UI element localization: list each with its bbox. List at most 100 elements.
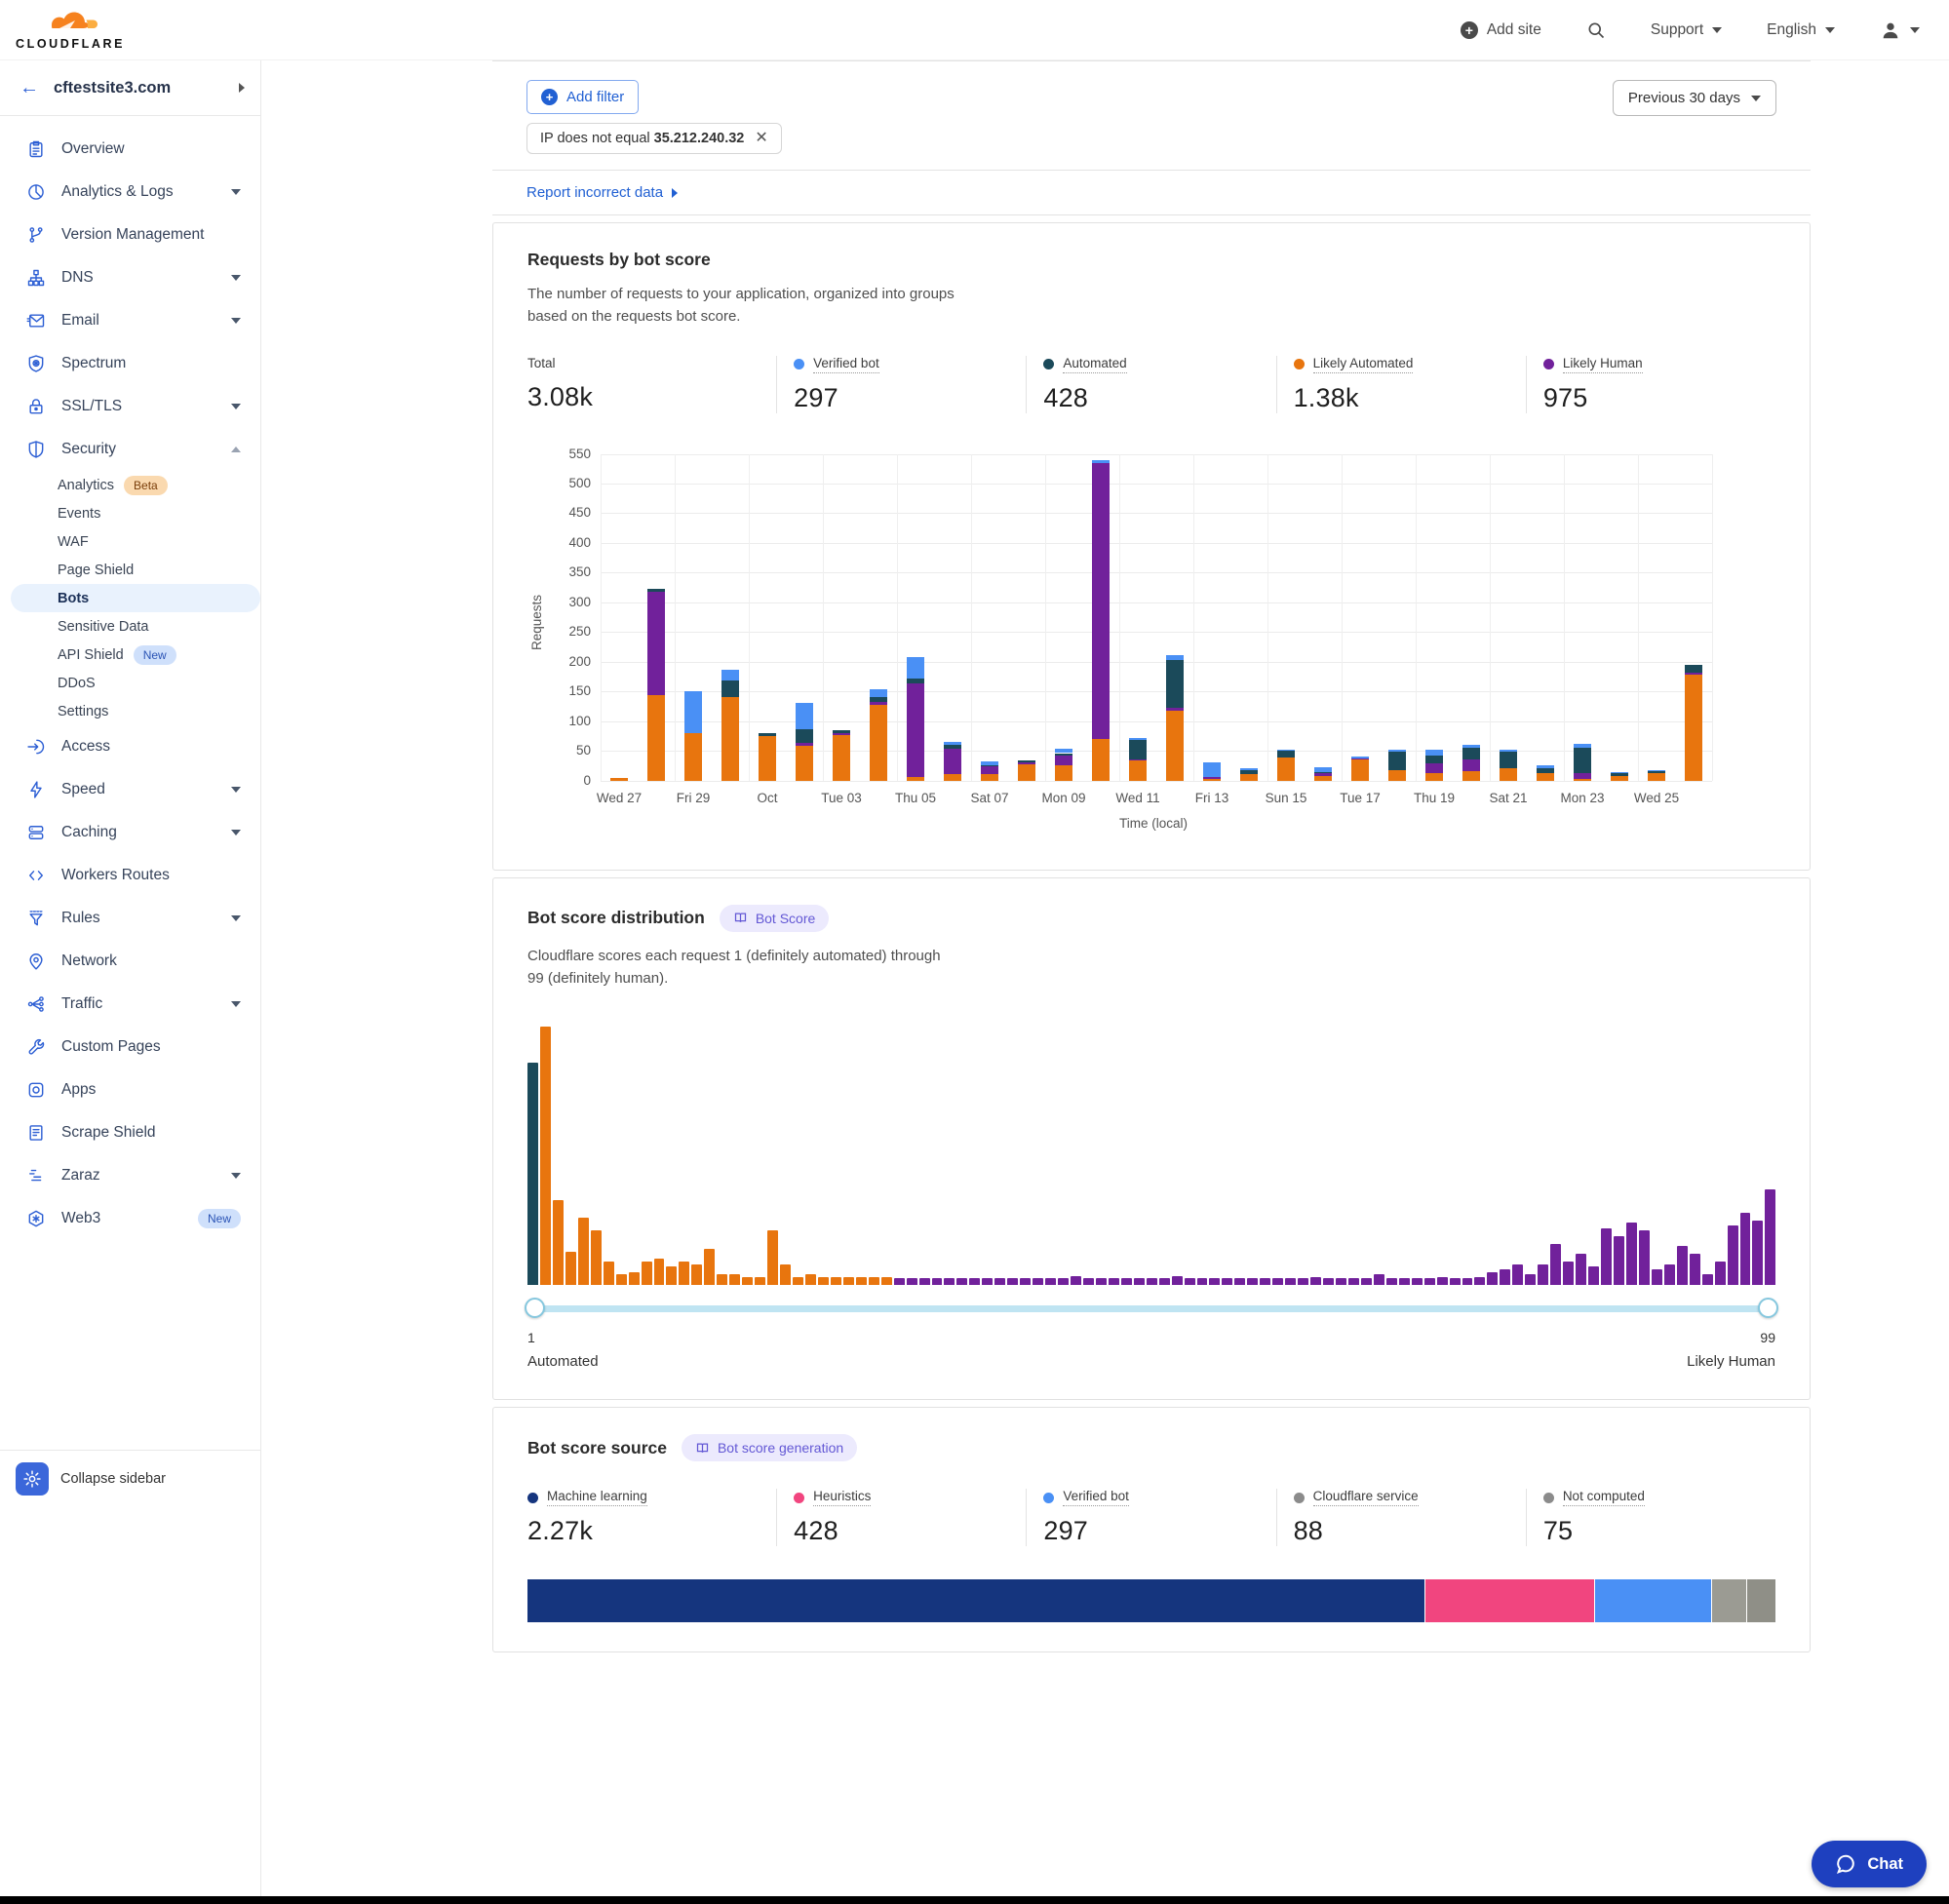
sidebar-item-analytics-logs[interactable]: Analytics & Logs [0,171,260,214]
histogram-bar [956,1278,967,1285]
chevron-down-icon[interactable] [231,275,241,281]
report-incorrect-data-link[interactable]: Report incorrect data [492,171,1811,214]
stat-label[interactable]: Heuristics [813,1489,871,1506]
stat-value: 88 [1294,1516,1526,1546]
close-icon[interactable]: ✕ [755,131,767,146]
slider-handle-max[interactable] [1758,1298,1778,1318]
chart-bar-segment [1648,771,1665,773]
sidebar-item-security[interactable]: Security [0,428,260,471]
x-axis-tick: Oct [733,791,801,805]
time-range-dropdown[interactable]: Previous 30 days [1613,80,1776,116]
beta-badge: Beta [124,476,168,495]
slider-handle-min[interactable] [525,1298,545,1318]
account-menu[interactable] [1880,19,1920,41]
sidebar-item-api-shield[interactable]: API ShieldNew [11,641,260,669]
filter-chip[interactable]: IP does not equal 35.212.240.32 ✕ [526,123,782,154]
sidebar-item-spectrum[interactable]: Spectrum [0,342,260,385]
stat-header: Heuristics [794,1489,1026,1506]
support-menu[interactable]: Support [1651,21,1722,39]
add-filter-button[interactable]: + Add filter [526,80,639,114]
chevron-down-icon[interactable] [231,787,241,793]
stat-label[interactable]: Likely Automated [1313,356,1414,373]
legend-dot-icon [1043,1493,1054,1503]
bot-score-generation-badge[interactable]: Bot score generation [682,1434,857,1461]
legend-dot-icon [1294,1493,1305,1503]
sidebar-item-traffic[interactable]: Traffic [0,983,260,1026]
sidebar-nav: OverviewAnalytics & LogsVersion Manageme… [0,116,260,1240]
chevron-up-icon[interactable] [231,447,241,452]
gridline [749,454,750,781]
chevron-down-icon[interactable] [231,830,241,835]
bot-score-badge[interactable]: Bot Score [720,905,829,932]
stat-header: Cloudflare service [1294,1489,1526,1506]
site-switcher-caret-icon[interactable] [239,83,245,93]
chevron-down-icon[interactable] [231,915,241,921]
histogram-bar [1538,1264,1548,1285]
sidebar-item-sensitive-data[interactable]: Sensitive Data [11,612,260,641]
site-name[interactable]: cftestsite3.com [54,79,224,97]
histogram-bar [780,1264,791,1285]
sidebar-item-speed[interactable]: Speed [0,768,260,811]
chart-bar-segment [1314,776,1332,780]
book-icon [695,1441,710,1456]
chart-bar-segment [1537,765,1554,768]
stat-label[interactable]: Machine learning [547,1489,647,1506]
sidebar-item-rules[interactable]: Rules [0,897,260,940]
sidebar-item-ddos[interactable]: DDoS [11,669,260,697]
chat-button[interactable]: Chat [1812,1841,1927,1887]
chart-bar-segment [1685,665,1702,673]
plus-circle-icon: + [1461,21,1478,39]
chevron-down-icon[interactable] [231,189,241,195]
sidebar-item-label: Web3 [61,1210,182,1227]
back-arrow-icon[interactable]: ← [19,77,39,99]
collapse-sidebar-button[interactable]: Collapse sidebar [0,1450,260,1507]
chevron-down-icon[interactable] [231,404,241,409]
filter-chip-value: 35.212.240.32 [654,131,745,146]
sidebar-item-analytics[interactable]: AnalyticsBeta [11,471,260,499]
sidebar-subitem-label: Settings [58,704,108,719]
search-icon[interactable] [1586,20,1606,40]
stat-label[interactable]: Likely Human [1563,356,1643,373]
sidebar-item-apps[interactable]: Apps [0,1069,260,1111]
sidebar-item-events[interactable]: Events [11,499,260,527]
chart-bar-segment [1351,759,1369,780]
language-menu[interactable]: English [1767,21,1835,39]
stat-label[interactable]: Not computed [1563,1489,1645,1506]
sidebar-item-custom-pages[interactable]: Custom Pages [0,1026,260,1069]
add-site-button[interactable]: + Add site [1461,21,1541,39]
chevron-down-icon[interactable] [231,318,241,324]
stat-label[interactable]: Verified bot [1063,1489,1129,1506]
stat-label[interactable]: Automated [1063,356,1126,373]
sidebar-item-settings[interactable]: Settings [11,697,260,725]
chart-bar-segment [1277,751,1295,758]
sidebar-item-page-shield[interactable]: Page Shield [11,556,260,584]
sidebar-item-bots[interactable]: Bots [11,584,260,612]
sidebar-item-version-management[interactable]: Version Management [0,214,260,256]
slider-track[interactable] [529,1305,1774,1312]
sidebar-item-email[interactable]: Email [0,299,260,342]
stat-label[interactable]: Verified bot [813,356,879,373]
sidebar-item-access[interactable]: Access [0,725,260,768]
histogram-bar [704,1249,715,1285]
chevron-down-icon[interactable] [231,1001,241,1007]
gear-icon[interactable] [16,1462,49,1496]
custom-pages-icon [26,1037,46,1057]
sidebar-item-zaraz[interactable]: Zaraz [0,1154,260,1197]
sidebar-item-network[interactable]: Network [0,940,260,983]
cloudflare-logo[interactable]: CLOUDFLARE [16,10,125,51]
sidebar-item-caching[interactable]: Caching [0,811,260,854]
sidebar-item-web3[interactable]: Web3New [0,1197,260,1240]
sidebar-item-ssl-tls[interactable]: SSL/TLS [0,385,260,428]
histogram-bar [1209,1278,1220,1285]
sidebar-item-dns[interactable]: DNS [0,256,260,299]
sidebar-item-scrape-shield[interactable]: Scrape Shield [0,1111,260,1154]
x-axis-tick: Sat 07 [955,791,1024,805]
stat-label[interactable]: Cloudflare service [1313,1489,1419,1506]
stat-value: 75 [1543,1516,1775,1546]
chart-bar-segment [1166,711,1184,781]
chevron-down-icon[interactable] [231,1173,241,1179]
histogram-bar [1563,1262,1574,1285]
sidebar-item-overview[interactable]: Overview [0,128,260,171]
sidebar-item-workers-routes[interactable]: Workers Routes [0,854,260,897]
sidebar-item-waf[interactable]: WAF [11,527,260,556]
